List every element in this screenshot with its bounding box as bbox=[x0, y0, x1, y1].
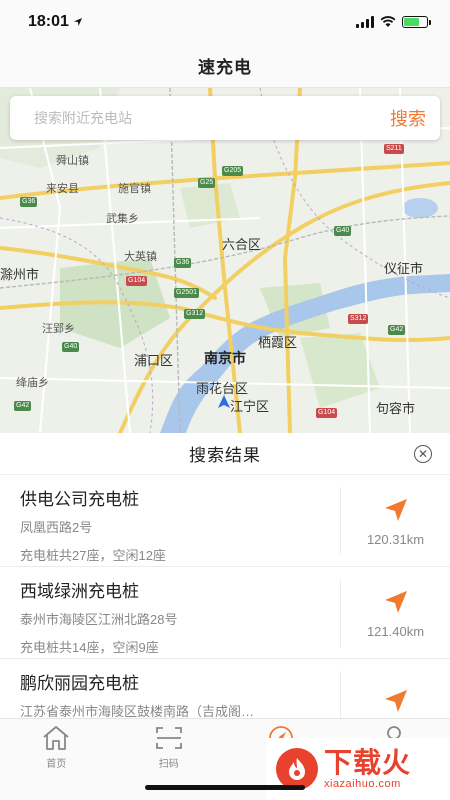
nav-bar: 速充电 bbox=[0, 44, 450, 88]
results-header: 搜索结果 ✕ bbox=[0, 433, 450, 475]
map-label: 六合区 bbox=[222, 237, 262, 252]
station-name: 鹏欣丽园充电桩 bbox=[20, 674, 139, 693]
close-icon[interactable]: ✕ bbox=[414, 445, 432, 463]
search-input[interactable] bbox=[34, 110, 354, 126]
map-label: 汪郢乡 bbox=[42, 323, 75, 335]
map-label: 施官镇 bbox=[118, 183, 151, 195]
station-address: 凤凰西路2号 bbox=[20, 520, 93, 535]
result-list[interactable]: 供电公司充电桩 凤凰西路2号 充电桩共27座，空闲12座 120.31km 西域… bbox=[0, 475, 450, 718]
station-address: 江苏省泰州市海陵区鼓楼南路（吉成阁… bbox=[20, 704, 255, 718]
map-label: 来安县 bbox=[46, 183, 79, 195]
map-label: 滁州市 bbox=[0, 267, 40, 282]
page-title: 速充电 bbox=[198, 58, 252, 77]
map-label: 南京市 bbox=[204, 350, 246, 366]
map-label: 雨花台区 bbox=[196, 381, 249, 396]
map-label: 浦口区 bbox=[134, 353, 174, 368]
navigation-arrow-icon bbox=[382, 496, 410, 524]
map-label: 句容市 bbox=[376, 401, 416, 416]
station-availability: 充电桩共27座，空闲12座 bbox=[20, 548, 166, 563]
station-distance: 120.31km bbox=[366, 531, 425, 547]
map-label: 大英镇 bbox=[124, 251, 157, 263]
list-item[interactable]: 西域绿洲充电桩 泰州市海陵区江洲北路28号 充电桩共14座，空闲9座 121.4… bbox=[0, 567, 450, 659]
map-label: 武集乡 bbox=[106, 213, 139, 225]
home-icon bbox=[43, 726, 69, 750]
map-label: 绛庙乡 bbox=[16, 377, 49, 389]
map-label: 仪征市 bbox=[384, 261, 424, 276]
scan-icon bbox=[155, 727, 182, 749]
navigation-arrow-icon bbox=[382, 588, 410, 616]
station-distance: 121.40km bbox=[366, 623, 425, 639]
search-bar: 搜索 bbox=[10, 96, 440, 140]
tab-label: 首页 bbox=[46, 759, 67, 770]
results-title: 搜索结果 bbox=[189, 446, 261, 465]
watermark-logo-icon bbox=[276, 748, 318, 790]
navigate-button[interactable] bbox=[340, 671, 450, 718]
station-address: 泰州市海陵区江洲北路28号 bbox=[20, 612, 178, 627]
list-item[interactable]: 供电公司充电桩 凤凰西路2号 充电桩共27座，空闲12座 120.31km bbox=[0, 475, 450, 567]
status-icons bbox=[356, 16, 431, 28]
status-bar: 18:01 bbox=[0, 0, 450, 44]
list-item[interactable]: 鹏欣丽园充电桩 江苏省泰州市海陵区鼓楼南路（吉成阁… bbox=[0, 659, 450, 718]
location-arrow-icon bbox=[73, 18, 82, 26]
tab-label: 扫码 bbox=[158, 759, 179, 770]
home-indicator bbox=[145, 785, 305, 790]
watermark: 下载火 xiazaihuo.com bbox=[266, 738, 450, 800]
station-availability: 充电桩共14座，空闲9座 bbox=[20, 640, 159, 655]
status-time: 18:01 bbox=[28, 13, 83, 31]
tab-home[interactable]: 首页 bbox=[0, 719, 113, 800]
navigate-button[interactable]: 121.40km bbox=[340, 579, 450, 647]
map-label: 栖霞区 bbox=[258, 335, 298, 350]
search-button[interactable]: 搜索 bbox=[390, 105, 426, 131]
watermark-url: xiazaihuo.com bbox=[324, 778, 401, 790]
station-name: 供电公司充电桩 bbox=[20, 490, 139, 509]
station-name: 西域绿洲充电桩 bbox=[20, 582, 139, 601]
clock: 18:01 bbox=[28, 13, 69, 30]
cellular-signal-icon bbox=[356, 16, 374, 28]
battery-icon bbox=[402, 16, 431, 28]
navigation-arrow-icon bbox=[382, 687, 410, 715]
watermark-text: 下载火 bbox=[324, 747, 412, 778]
map-label: 舜山镇 bbox=[56, 155, 89, 167]
navigate-button[interactable]: 120.31km bbox=[340, 487, 450, 555]
map-label: 江宁区 bbox=[230, 399, 270, 414]
wifi-icon bbox=[380, 16, 396, 27]
